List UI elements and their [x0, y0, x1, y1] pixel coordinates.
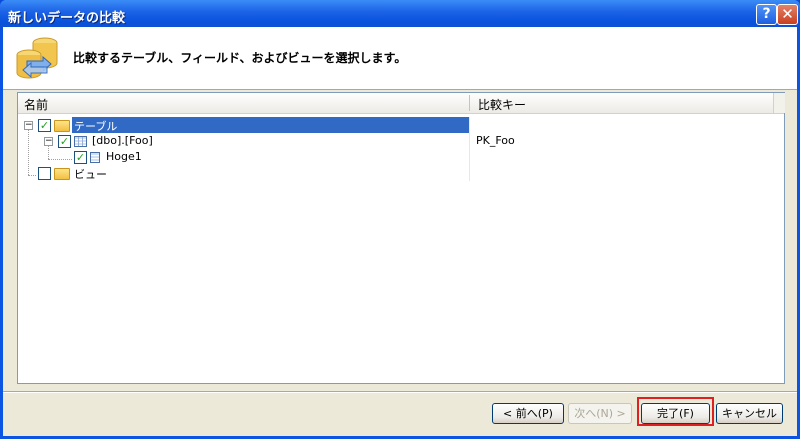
selection-highlight: [72, 117, 469, 133]
tree-row-foo[interactable]: − ✓ [dbo].[Foo] PK_Foo: [18, 133, 784, 149]
help-button[interactable]: ?: [756, 4, 777, 25]
finish-button[interactable]: 完了(F): [641, 403, 710, 424]
back-button[interactable]: < 前へ(P): [492, 403, 564, 424]
checkbox-views[interactable]: [38, 167, 51, 180]
wizard-header: 比較するテーブル、フィールド、およびビューを選択します。: [3, 27, 797, 90]
selection-tree[interactable]: 名前 比較キー − ✓ テーブル − ✓ [dbo].[Foo] PK_Foo …: [17, 92, 785, 384]
window-title: 新しいデータの比較: [8, 11, 126, 26]
column-divider: [469, 117, 470, 133]
column-key-header[interactable]: 比較キー: [478, 96, 526, 113]
folder-icon: [54, 120, 70, 132]
column-divider: [469, 133, 470, 149]
tree-column-header: 名前 比較キー: [18, 93, 785, 114]
checkbox-foo[interactable]: ✓: [58, 135, 71, 148]
collapse-icon[interactable]: −: [44, 137, 53, 146]
wizard-window: 新しいデータの比較 ? ✕ 比較するテーブル、フィールド、およびビューを選択しま…: [0, 0, 800, 439]
title-bar[interactable]: 新しいデータの比較 ? ✕: [0, 0, 800, 30]
tree-label-tables: テーブル: [74, 120, 118, 133]
compare-key-foo[interactable]: PK_Foo: [476, 134, 515, 147]
instruction-text: 比較するテーブル、フィールド、およびビューを選択します。: [73, 51, 407, 65]
column-separator[interactable]: [469, 95, 470, 111]
tree-row-views[interactable]: ビュー: [18, 165, 784, 181]
close-button[interactable]: ✕: [777, 4, 798, 25]
column-header-end: [773, 93, 785, 113]
table-icon: [74, 136, 87, 147]
checkbox-tables[interactable]: ✓: [38, 119, 51, 132]
tree-row-tables[interactable]: − ✓ テーブル: [18, 117, 784, 133]
collapse-icon[interactable]: −: [24, 121, 33, 130]
database-compare-icon: [16, 37, 58, 79]
cancel-button[interactable]: キャンセル: [716, 403, 783, 424]
tree-label-foo: [dbo].[Foo]: [92, 134, 153, 147]
column-divider: [469, 165, 470, 181]
tree-row-hoge1[interactable]: ✓ Hoge1: [18, 149, 784, 165]
next-button[interactable]: 次へ(N) >: [568, 403, 632, 424]
tree-label-hoge1: Hoge1: [106, 150, 142, 163]
column-icon: [90, 152, 100, 163]
tree-label-views: ビュー: [74, 168, 107, 181]
column-divider: [469, 149, 470, 165]
footer-divider: [3, 391, 797, 393]
checkbox-hoge1[interactable]: ✓: [74, 151, 87, 164]
folder-icon: [54, 168, 70, 180]
column-name-header[interactable]: 名前: [24, 96, 48, 113]
